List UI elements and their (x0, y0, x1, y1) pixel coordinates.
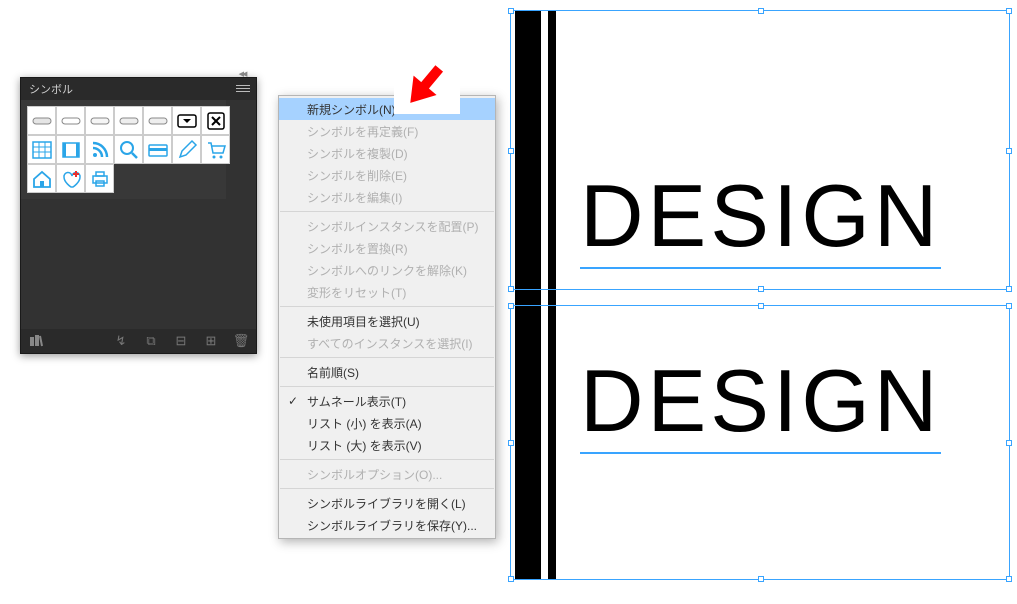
menu-separator (280, 386, 494, 387)
menu-item-label: シンボルを複製(D) (307, 145, 408, 162)
menu-item-label: シンボルを置換(R) (307, 240, 408, 257)
symbol-pencil[interactable] (172, 135, 201, 164)
menu-item-label: 未使用項目を選択(U) (307, 313, 420, 330)
symbol-rss[interactable] (85, 135, 114, 164)
menu-item[interactable]: シンボルライブラリを保存(Y)... (279, 514, 495, 536)
options-icon[interactable]: ⊟ (172, 332, 190, 350)
place-instance-icon[interactable]: ↯ (112, 332, 130, 350)
menu-item-label: リスト (小) を表示(A) (307, 415, 422, 432)
symbol-credit-card[interactable] (143, 135, 172, 164)
menu-item: シンボルインスタンスを配置(P) (279, 215, 495, 237)
menu-separator (280, 306, 494, 307)
menu-item: シンボルを再定義(F) (279, 120, 495, 142)
delete-icon[interactable]: 🗑 (232, 332, 250, 350)
menu-item-label: 新規シンボル(N)... (307, 101, 406, 118)
menu-item: シンボルオプション(O)... (279, 463, 495, 485)
symbol-calendar[interactable] (27, 135, 56, 164)
symbols-panel: シンボル ↯ ⧉ ⊟ ⊞ 🗑 (20, 77, 257, 354)
symbol-filmstrip[interactable] (56, 135, 85, 164)
menu-item-label: シンボルオプション(O)... (307, 466, 442, 483)
menu-item-label: 名前順(S) (307, 364, 359, 381)
library-icon[interactable] (27, 332, 45, 350)
panel-context-menu: 新規シンボル(N)... シンボルを再定義(F) シンボルを複製(D) シンボルを削除… (278, 95, 496, 539)
symbol-rounded-rect[interactable] (27, 106, 56, 135)
menu-item-label: すべてのインスタンスを選択(I) (307, 335, 473, 352)
panel-footer: ↯ ⧉ ⊟ ⊞ 🗑 (21, 329, 256, 353)
symbol-rounded-rect[interactable] (114, 106, 143, 135)
menu-item[interactable]: リスト (小) を表示(A) (279, 412, 495, 434)
panel-collapse-icon[interactable] (232, 70, 252, 78)
canvas-area: DESIGN DESIGN (510, 10, 1010, 580)
symbol-heart-plus[interactable] (56, 164, 85, 193)
artwork-text[interactable]: DESIGN (580, 165, 941, 269)
menu-separator (280, 459, 494, 460)
menu-item-label: サムネール表示(T) (307, 393, 406, 410)
symbol-home[interactable] (27, 164, 56, 193)
menu-item: シンボルを編集(I) (279, 186, 495, 208)
menu-item: シンボルを複製(D) (279, 142, 495, 164)
menu-item-label: シンボルインスタンスを配置(P) (307, 218, 479, 235)
symbol-magnifier[interactable] (114, 135, 143, 164)
menu-item-label: リスト (大) を表示(V) (307, 437, 422, 454)
panel-title: シンボル (29, 81, 73, 97)
menu-item-label: シンボルを削除(E) (307, 167, 407, 184)
menu-item-label: シンボルライブラリを開く(L) (307, 495, 466, 512)
new-symbol-icon[interactable]: ⊞ (202, 332, 220, 350)
menu-item-label: シンボルを再定義(F) (307, 123, 418, 140)
menu-item-label: 変形をリセット(T) (307, 284, 406, 301)
menu-item: すべてのインスタンスを選択(I) (279, 332, 495, 354)
symbol-grid (21, 100, 226, 199)
panel-menu-icon[interactable] (236, 82, 250, 94)
panel-header: シンボル (21, 78, 256, 100)
artwork-text[interactable]: DESIGN (580, 350, 941, 454)
symbol-rounded-rect[interactable] (143, 106, 172, 135)
menu-item-label: シンボルを編集(I) (307, 189, 402, 206)
menu-item-label: シンボルライブラリを保存(Y)... (307, 517, 477, 534)
menu-item[interactable]: サムネール表示(T) (279, 390, 495, 412)
menu-item: シンボルを削除(E) (279, 164, 495, 186)
menu-item: シンボルへのリンクを解除(K) (279, 259, 495, 281)
menu-item[interactable]: リスト (大) を表示(V) (279, 434, 495, 456)
menu-item[interactable]: 未使用項目を選択(U) (279, 310, 495, 332)
menu-separator (280, 488, 494, 489)
symbol-printer[interactable] (85, 164, 114, 193)
menu-separator (280, 211, 494, 212)
symbol-dropdown[interactable] (172, 106, 201, 135)
menu-item[interactable]: 新規シンボル(N)... (279, 98, 495, 120)
menu-separator (280, 357, 494, 358)
menu-item: 変形をリセット(T) (279, 281, 495, 303)
symbol-cart[interactable] (201, 135, 230, 164)
menu-item[interactable]: シンボルライブラリを開く(L) (279, 492, 495, 514)
menu-item[interactable]: 名前順(S) (279, 361, 495, 383)
menu-item-label: シンボルへのリンクを解除(K) (307, 262, 467, 279)
symbol-close-x[interactable] (201, 106, 230, 135)
break-link-icon[interactable]: ⧉ (142, 332, 160, 350)
symbol-rounded-rect[interactable] (85, 106, 114, 135)
symbol-rounded-rect[interactable] (56, 106, 85, 135)
menu-item: シンボルを置換(R) (279, 237, 495, 259)
